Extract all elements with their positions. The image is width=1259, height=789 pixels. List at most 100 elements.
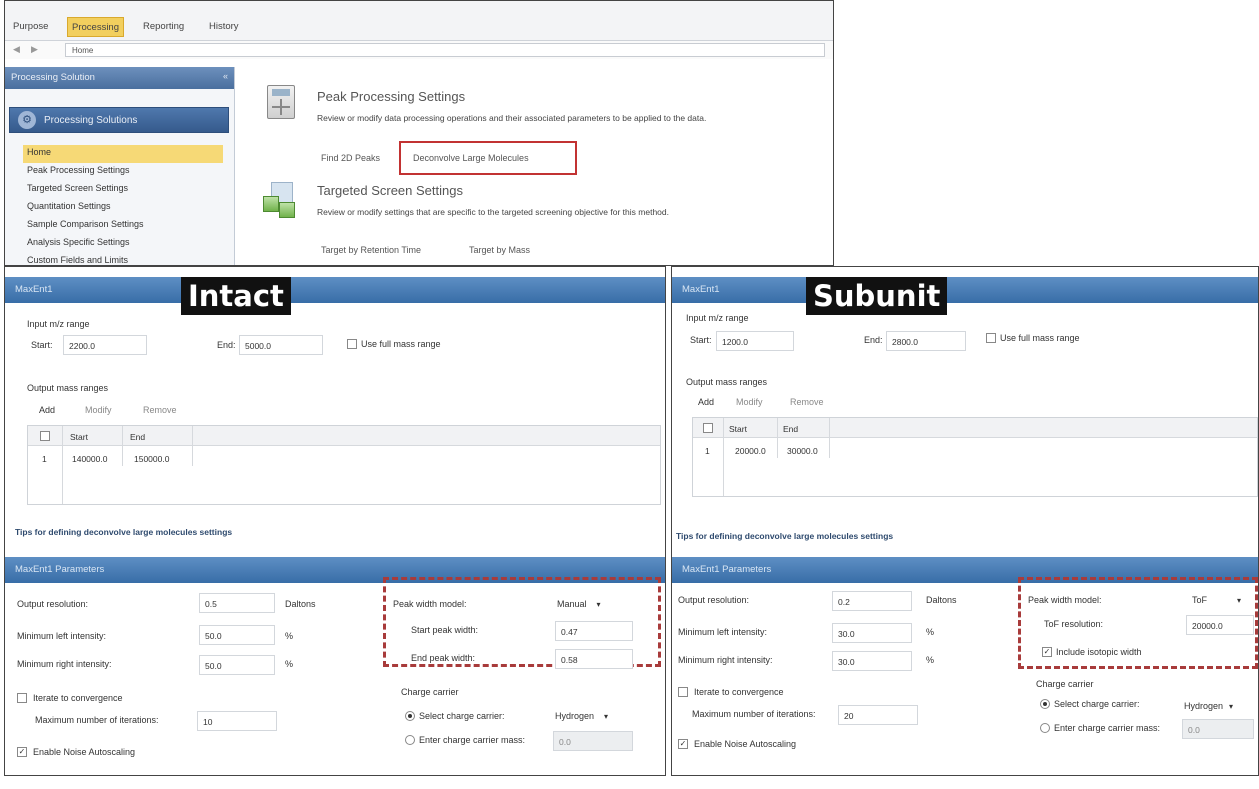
subunit-label: Subunit — [806, 277, 948, 315]
charge-carrier-label: Charge carrier — [401, 687, 459, 697]
deconvolve-large-molecules-link[interactable]: Deconvolve Large Molecules — [413, 153, 529, 163]
remove-button[interactable]: Remove — [790, 397, 824, 407]
peak-processing-title[interactable]: Peak Processing Settings — [317, 89, 465, 104]
forward-arrow-icon[interactable]: ▶ — [31, 44, 38, 55]
output-resolution-input[interactable]: 0.5 — [199, 593, 275, 613]
end-input[interactable]: 5000.0 — [239, 335, 323, 355]
peak-width-model-select[interactable]: ToF ▾ — [1192, 595, 1241, 605]
peak-processing-description: Review or modify data processing operati… — [317, 113, 707, 123]
iterate-checkbox[interactable] — [17, 693, 27, 703]
find-2d-peaks-link[interactable]: Find 2D Peaks — [321, 153, 380, 163]
sidebar-item-custom-fields[interactable]: Custom Fields and Limits — [23, 253, 223, 265]
min-left-intensity-input[interactable]: 50.0 — [199, 625, 275, 645]
isotopic-width-checkbox[interactable]: ✓ — [1042, 647, 1052, 657]
enter-mass-input[interactable]: 0.0 — [1182, 719, 1254, 739]
charge-carrier-select[interactable]: Hydrogen ▾ — [1184, 701, 1233, 711]
min-right-intensity-input[interactable]: 50.0 — [199, 655, 275, 675]
sidebar-item-peak-processing[interactable]: Peak Processing Settings — [23, 163, 223, 181]
charge-carrier-value: Hydrogen — [555, 711, 595, 721]
row-index: 1 — [705, 446, 710, 456]
row-start-cell[interactable]: 140000.0 — [72, 454, 107, 464]
tips-link[interactable]: Tips for defining deconvolve large molec… — [15, 527, 232, 537]
processing-solutions-button[interactable]: ⚙ Processing Solutions — [9, 107, 229, 133]
input-range-label: Input m/z range — [686, 313, 749, 323]
sidebar-item-home[interactable]: Home — [23, 145, 223, 163]
iterate-label: Iterate to convergence — [33, 693, 123, 703]
end-label: End: — [864, 335, 883, 345]
start-input[interactable]: 2200.0 — [63, 335, 147, 355]
col-end-header: End — [130, 432, 146, 442]
input-range-label: Input m/z range — [27, 319, 90, 329]
add-button[interactable]: Add — [39, 405, 55, 415]
select-charge-radio[interactable] — [1040, 699, 1050, 709]
full-range-checkbox[interactable] — [986, 333, 996, 343]
add-button[interactable]: Add — [698, 397, 714, 407]
min-left-intensity-input[interactable]: 30.0 — [832, 623, 912, 643]
enter-mass-input[interactable]: 0.0 — [553, 731, 633, 751]
maxent1-band: MaxEnt1 — [5, 277, 665, 303]
peak-width-model-select[interactable]: Manual ▾ — [557, 599, 601, 609]
start-peak-width-input[interactable]: 0.47 — [555, 621, 633, 641]
collapse-icon[interactable]: « — [223, 71, 228, 81]
target-by-mass-link[interactable]: Target by Mass — [469, 245, 530, 255]
output-ranges-grid: Start End 1 20000.0 30000.0 — [692, 417, 1258, 497]
menu-processing[interactable]: Processing — [67, 17, 124, 37]
noise-autoscaling-label: Enable Noise Autoscaling — [33, 747, 136, 757]
menu-bar: Purpose Processing Reporting History — [5, 1, 833, 41]
charge-carrier-select[interactable]: Hydrogen ▾ — [555, 711, 608, 721]
enter-mass-radio[interactable] — [1040, 723, 1050, 733]
processing-solutions-label: Processing Solutions — [44, 115, 138, 126]
row-end-cell[interactable]: 30000.0 — [787, 446, 818, 456]
peak-width-model-label: Peak width model: — [393, 599, 467, 609]
processing-sidebar: Processing Solution « ⚙ Processing Solut… — [5, 67, 235, 265]
end-label: End: — [217, 340, 236, 350]
end-input[interactable]: 2800.0 — [886, 331, 966, 351]
remove-button[interactable]: Remove — [143, 405, 177, 415]
start-input[interactable]: 1200.0 — [716, 331, 794, 351]
menu-history[interactable]: History — [205, 17, 243, 37]
sidebar-item-analysis-specific[interactable]: Analysis Specific Settings — [23, 235, 223, 253]
targeted-screen-description: Review or modify settings that are speci… — [317, 207, 669, 217]
noise-autoscaling-checkbox[interactable]: ✓ — [678, 739, 688, 749]
target-by-retention-time-link[interactable]: Target by Retention Time — [321, 245, 421, 255]
sidebar-item-sample-comparison[interactable]: Sample Comparison Settings — [23, 217, 223, 235]
full-range-checkbox[interactable] — [347, 339, 357, 349]
maxent1-band-title: MaxEnt1 — [682, 284, 720, 295]
intact-label: Intact — [181, 277, 291, 315]
home-content: Peak Processing Settings Review or modif… — [237, 67, 833, 265]
back-arrow-icon[interactable]: ◀ — [13, 44, 20, 55]
max-iterations-input[interactable]: 10 — [197, 711, 277, 731]
tof-resolution-input[interactable]: 20000.0 — [1186, 615, 1254, 635]
end-peak-width-input[interactable]: 0.58 — [555, 649, 633, 669]
start-label: Start: — [690, 335, 712, 345]
output-resolution-input[interactable]: 0.2 — [832, 591, 912, 611]
subunit-panel: MaxEnt1 Subunit Input m/z range Start: 1… — [671, 266, 1259, 776]
max-iterations-input[interactable]: 20 — [838, 705, 918, 725]
menu-purpose[interactable]: Purpose — [9, 17, 52, 37]
daltons-unit: Daltons — [926, 595, 957, 605]
enter-mass-radio[interactable] — [405, 735, 415, 745]
targeted-screen-title[interactable]: Targeted Screen Settings — [317, 183, 463, 198]
select-charge-radio[interactable] — [405, 711, 415, 721]
select-all-checkbox[interactable] — [40, 431, 50, 441]
noise-autoscaling-checkbox[interactable]: ✓ — [17, 747, 27, 757]
tips-link[interactable]: Tips for defining deconvolve large molec… — [676, 531, 893, 541]
percent-unit-right: % — [285, 659, 294, 669]
menu-reporting[interactable]: Reporting — [139, 17, 188, 37]
select-all-checkbox[interactable] — [703, 423, 713, 433]
iterate-checkbox[interactable] — [678, 687, 688, 697]
row-start-cell[interactable]: 20000.0 — [735, 446, 766, 456]
select-charge-label: Select charge carrier: — [1054, 699, 1140, 709]
modify-button[interactable]: Modify — [736, 397, 763, 407]
modify-button[interactable]: Modify — [85, 405, 112, 415]
chevron-down-icon: ▾ — [604, 712, 609, 721]
min-right-intensity-input[interactable]: 30.0 — [832, 651, 912, 671]
row-end-cell[interactable]: 150000.0 — [134, 454, 169, 464]
enter-mass-label: Enter charge carrier mass: — [419, 735, 526, 745]
sidebar-header: Processing Solution « — [5, 67, 234, 89]
sidebar-item-targeted-screen[interactable]: Targeted Screen Settings — [23, 181, 223, 199]
sidebar-item-quantitation[interactable]: Quantitation Settings — [23, 199, 223, 217]
sidebar-list: Home Peak Processing Settings Targeted S… — [23, 145, 223, 265]
peak-width-model-value: Manual — [557, 599, 587, 609]
address-bar[interactable]: Home — [65, 43, 825, 57]
